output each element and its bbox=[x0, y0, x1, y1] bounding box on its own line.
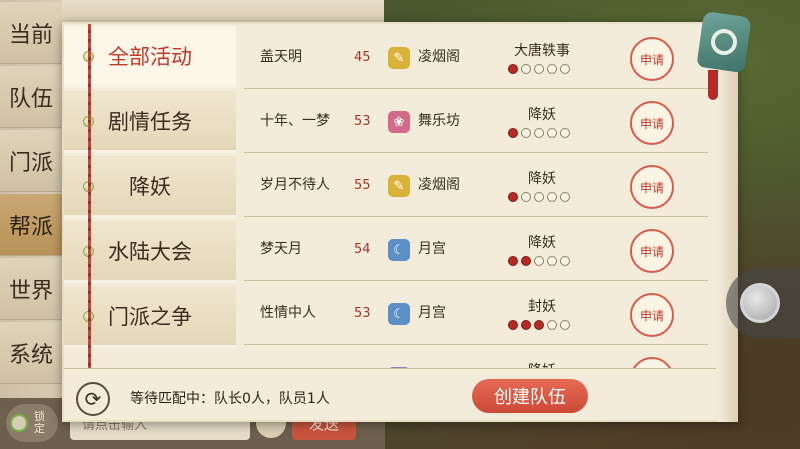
member-dot-empty bbox=[560, 320, 570, 330]
apply-button[interactable]: 申请 bbox=[630, 293, 674, 337]
member-dot-empty bbox=[547, 192, 557, 202]
leader-name: 十年、一梦 bbox=[260, 113, 330, 129]
leader-name: 盖天明 bbox=[260, 49, 302, 65]
leader-level: 53 bbox=[354, 306, 371, 321]
apply-button[interactable]: 申请 bbox=[630, 37, 674, 81]
panel-top-scroll bbox=[62, 0, 384, 24]
member-dots bbox=[508, 128, 570, 138]
leader-level: 55 bbox=[354, 178, 371, 193]
apply-button[interactable]: 申请 bbox=[630, 229, 674, 273]
channel-tab-team[interactable]: 队伍 bbox=[0, 66, 62, 128]
table-row: ✿降妖 bbox=[244, 346, 708, 368]
activity-name: 降妖 bbox=[528, 171, 556, 187]
table-row: 梦天月 54 ☾ 月宫 降妖 申请 bbox=[244, 218, 708, 281]
member-dots bbox=[508, 192, 570, 202]
member-dots bbox=[508, 64, 570, 74]
red-rope-decoration bbox=[88, 24, 91, 368]
member-dots bbox=[508, 320, 570, 330]
member-dot-empty bbox=[534, 256, 544, 266]
member-dot-empty bbox=[534, 192, 544, 202]
member-dot-empty bbox=[521, 192, 531, 202]
member-dot-filled bbox=[508, 128, 518, 138]
sect-name: 月宫 bbox=[418, 305, 446, 321]
footer-divider bbox=[64, 368, 716, 369]
member-dot-filled bbox=[508, 320, 518, 330]
channel-tab-current[interactable]: 当前 bbox=[0, 2, 62, 64]
pendant-ring bbox=[709, 27, 739, 57]
leader-level: 53 bbox=[354, 114, 371, 129]
member-dot-empty bbox=[560, 192, 570, 202]
apply-button[interactable] bbox=[630, 357, 674, 368]
activity-name: 降妖 bbox=[528, 235, 556, 251]
category-label: 门派之争 bbox=[108, 304, 192, 329]
member-dots bbox=[508, 256, 570, 266]
lock-label: 锁定 bbox=[34, 410, 45, 435]
member-dot-empty bbox=[547, 64, 557, 74]
activity-name: 降妖 bbox=[500, 360, 584, 368]
member-dot-empty bbox=[534, 64, 544, 74]
sect-name: 舞乐坊 bbox=[418, 113, 460, 129]
channel-tab-sect[interactable]: 门派 bbox=[0, 130, 62, 192]
member-dot-empty bbox=[560, 64, 570, 74]
activity-name: 降妖 bbox=[528, 107, 556, 123]
member-dot-empty bbox=[534, 128, 544, 138]
sect-name: 月宫 bbox=[418, 241, 446, 257]
channel-tab-system[interactable]: 系统 bbox=[0, 322, 62, 384]
fan-icon: ❀ bbox=[388, 111, 410, 133]
close-pendant-icon[interactable] bbox=[696, 10, 752, 74]
sect-name: 凌烟阁 bbox=[418, 177, 460, 193]
member-dot-empty bbox=[560, 256, 570, 266]
channel-tab-guild[interactable]: 帮派 bbox=[0, 194, 62, 256]
chat-channel-tabs: 当前 队伍 门派 帮派 世界 系统 bbox=[0, 0, 62, 449]
scroll-icon: ✎ bbox=[388, 175, 410, 197]
category-label: 剧情任务 bbox=[108, 109, 192, 134]
joystick-icon[interactable] bbox=[740, 283, 780, 323]
match-status-text: 等待匹配中：队长0人，队员1人 bbox=[130, 391, 330, 407]
refresh-icon[interactable]: ⟳ bbox=[76, 382, 110, 416]
table-row: 岁月不待人 55 ✎ 凌烟阁 降妖 申请 bbox=[244, 154, 708, 217]
member-dot-filled bbox=[508, 64, 518, 74]
pendant-tassel bbox=[708, 70, 718, 100]
member-dot-filled bbox=[534, 320, 544, 330]
scroll-icon: ✎ bbox=[388, 47, 410, 69]
table-row: 十年、一梦 53 ❀ 舞乐坊 降妖 申请 bbox=[244, 90, 708, 153]
member-dot-empty bbox=[521, 128, 531, 138]
category-label: 降妖 bbox=[129, 174, 171, 199]
category-label: 全部活动 bbox=[108, 44, 192, 69]
activity-name: 封妖 bbox=[528, 299, 556, 315]
table-row: 盖天明 45 ✎ 凌烟阁 大唐轶事 申请 bbox=[244, 26, 708, 89]
moon-icon: ☾ bbox=[388, 239, 410, 261]
lock-toggle[interactable]: 锁定 bbox=[6, 404, 58, 442]
sect-name: 凌烟阁 bbox=[418, 49, 460, 65]
moon-icon: ☾ bbox=[388, 303, 410, 325]
channel-tab-world[interactable]: 世界 bbox=[0, 258, 62, 320]
leader-name: 梦天月 bbox=[260, 241, 302, 257]
leader-name: 性情中人 bbox=[260, 305, 316, 321]
member-dot-filled bbox=[521, 256, 531, 266]
member-dot-filled bbox=[521, 320, 531, 330]
table-row: 性情中人 53 ☾ 月宫 封妖 申请 bbox=[244, 282, 708, 345]
member-dot-filled bbox=[508, 256, 518, 266]
apply-button[interactable]: 申请 bbox=[630, 101, 674, 145]
lock-toggle-knob bbox=[10, 414, 28, 432]
category-label: 水陆大会 bbox=[108, 239, 192, 264]
member-dot-empty bbox=[547, 256, 557, 266]
member-dot-empty bbox=[547, 128, 557, 138]
member-dot-empty bbox=[560, 128, 570, 138]
leader-level: 45 bbox=[354, 50, 371, 65]
member-dot-filled bbox=[508, 192, 518, 202]
apply-button[interactable]: 申请 bbox=[630, 165, 674, 209]
member-dot-empty bbox=[547, 320, 557, 330]
leader-level: 54 bbox=[354, 242, 371, 257]
activity-name: 大唐轶事 bbox=[514, 43, 570, 59]
panel-right-scroll bbox=[718, 22, 738, 422]
team-list: 盖天明 45 ✎ 凌烟阁 大唐轶事 申请 十年、一梦 53 ❀ 舞乐坊 降妖 申请 岁月不待人 55 ✎ 凌烟… bbox=[244, 24, 712, 368]
create-team-button[interactable]: 创建队伍 bbox=[472, 379, 588, 413]
leader-name: 岁月不待人 bbox=[260, 177, 330, 193]
member-dot-empty bbox=[521, 64, 531, 74]
